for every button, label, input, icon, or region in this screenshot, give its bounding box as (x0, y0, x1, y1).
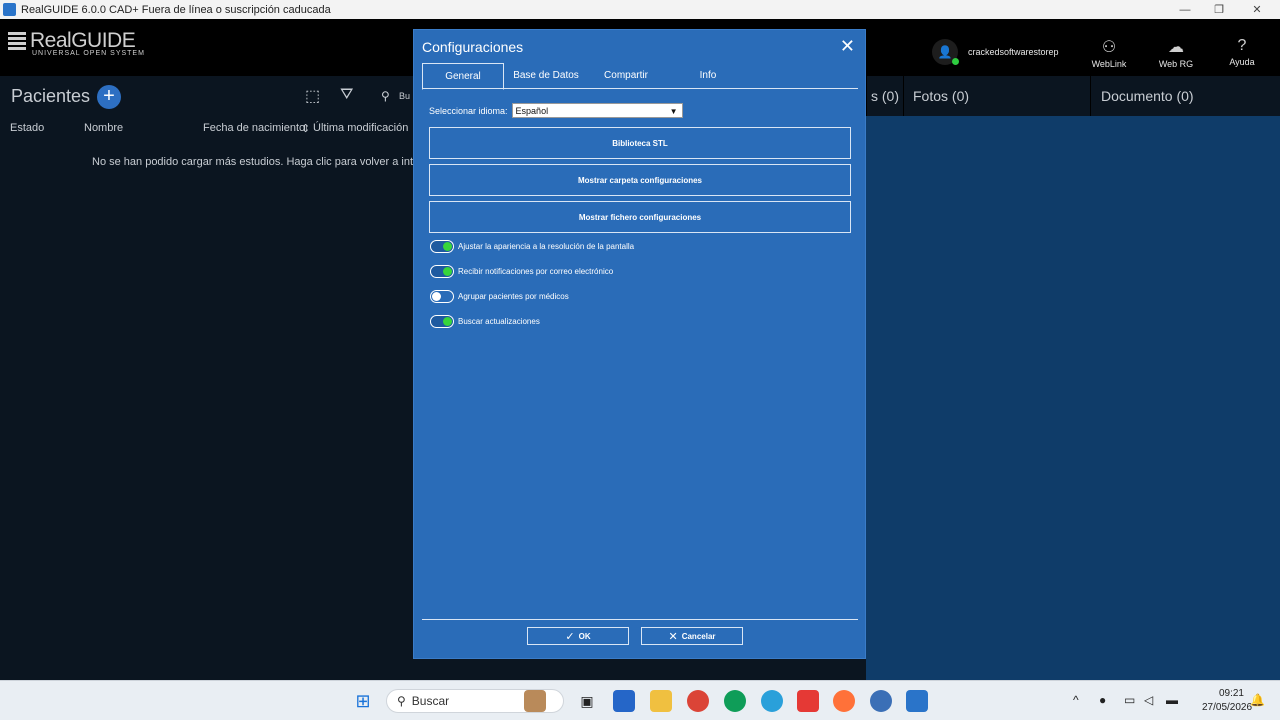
column-fecha-nacimiento[interactable]: Fecha de nacimiento (203, 122, 305, 134)
page-title: Pacientes (11, 86, 91, 106)
weblink-label: WebLink (1091, 59, 1127, 69)
window-titlebar: RealGUIDE 6.0.0 CAD+ Fuera de línea o su… (0, 0, 1280, 19)
weblink-button[interactable]: ⚇ WebLink (1079, 37, 1139, 69)
web-rg-button[interactable]: ☁ Web RG (1146, 37, 1206, 69)
task-view-icon[interactable]: ▣ (576, 690, 598, 712)
search-icon: ⚲ (381, 89, 390, 103)
dialog-title: Configuraciones (422, 39, 524, 55)
language-row: Seleccionar idioma: Español ▼ (429, 103, 683, 118)
language-value: Español (515, 106, 549, 116)
mega-icon[interactable] (797, 690, 819, 712)
window-title: RealGUIDE 6.0.0 CAD+ Fuera de línea o su… (21, 3, 331, 16)
web-rg-label: Web RG (1158, 59, 1194, 69)
clock-date: 27/05/2026 (1202, 702, 1253, 713)
option-adjust-resolution: Ajustar la apariencia a la resolución de… (430, 240, 634, 253)
option-label: Buscar actualizaciones (458, 317, 540, 326)
option-check-updates: Buscar actualizaciones (430, 315, 540, 328)
select-tool-icon[interactable]: ⬚ (305, 86, 320, 106)
logo-mark-icon (8, 32, 26, 50)
chrome-icon[interactable] (687, 690, 709, 712)
tab-compartir[interactable]: Compartir (588, 63, 664, 89)
weblink-icon: ⚇ (1101, 39, 1117, 56)
add-patient-button[interactable]: + (97, 85, 121, 109)
show-config-folder-button[interactable]: Mostrar carpeta configuraciones (429, 164, 851, 196)
sort-icon: ⇕ (301, 123, 311, 135)
chrome-profile-icon[interactable] (724, 690, 746, 712)
windows-start-icon[interactable]: ⊞ (352, 690, 374, 712)
dialog-tabs: General Base de Datos Compartir Info (422, 63, 858, 90)
close-icon[interactable]: ✕ (840, 36, 855, 57)
show-config-file-button[interactable]: Mostrar fichero configuraciones (429, 201, 851, 233)
telegram-icon[interactable] (761, 690, 783, 712)
empty-message[interactable]: No se han podido cargar más estudios. Ha… (92, 156, 425, 168)
dialog-divider (422, 619, 858, 620)
realguide-taskbar-icon[interactable] (906, 690, 928, 712)
cancel-button[interactable]: ✕ Cancelar (641, 627, 743, 645)
ok-label: OK (578, 631, 591, 641)
option-group-by-doctor: Agrupar pacientes por médicos (430, 290, 569, 303)
online-status-icon (952, 58, 959, 65)
toggle-email-notifications[interactable] (430, 265, 454, 278)
battery-icon[interactable]: ▬ (1166, 693, 1178, 707)
devices-icon[interactable]: ▭ (1124, 693, 1135, 707)
column-nombre[interactable]: Nombre (84, 122, 123, 134)
user-account[interactable]: 👤 crackedsoftwarestorep (932, 39, 1059, 65)
stl-library-button[interactable]: Biblioteca STL (429, 127, 851, 159)
toggle-adjust-resolution[interactable] (430, 240, 454, 253)
search-input[interactable]: Bu (399, 91, 410, 101)
cloud-icon: ☁ (1168, 39, 1184, 56)
tab-partial[interactable]: s (0) (866, 76, 900, 116)
maximize-button[interactable]: ❐ (1200, 0, 1238, 19)
help-label: Ayuda (1229, 57, 1255, 67)
settings-dialog: Configuraciones ✕ General Base de Datos … (413, 29, 866, 659)
realguide-logo: RealGUIDE UNIVERSAL OPEN SYSTEM (8, 29, 145, 57)
tab-base-de-datos[interactable]: Base de Datos (508, 63, 584, 89)
option-label: Ajustar la apariencia a la resolución de… (458, 242, 635, 251)
app-icon (3, 3, 16, 16)
language-select[interactable]: Español ▼ (511, 103, 683, 118)
search-icon: ⚲ (397, 694, 406, 708)
option-label: Agrupar pacientes por médicos (458, 292, 569, 301)
notification-bell-icon[interactable]: 🔔 (1250, 693, 1265, 707)
close-window-button[interactable]: ✕ (1238, 0, 1276, 19)
clock-time: 09:21 (1218, 688, 1244, 699)
tab-fotos[interactable]: Fotos (0) (903, 76, 1087, 116)
tab-general[interactable]: General (422, 63, 504, 90)
widgets-icon[interactable] (524, 690, 546, 712)
column-ultima-modificacion[interactable]: Última modificación (313, 122, 408, 134)
help-icon: ? (1237, 37, 1247, 54)
tab-documento[interactable]: Documento (0) (1090, 76, 1280, 116)
language-label: Seleccionar idioma: (429, 105, 508, 116)
toggle-group-by-doctor[interactable] (430, 290, 454, 303)
taskbar-search-label: Buscar (411, 694, 450, 708)
check-icon: ✓ (565, 630, 575, 643)
ok-button[interactable]: ✓ OK (527, 627, 629, 645)
store-icon[interactable] (613, 690, 635, 712)
taskbar: ⊞ ⚲ Buscar ▣ ^ ● ▭ ◁ ▬ 09:21 27/05/2026 … (0, 680, 1280, 720)
toggle-check-updates[interactable] (430, 315, 454, 328)
minimize-button[interactable]: — (1166, 0, 1204, 19)
firefox-icon[interactable] (833, 690, 855, 712)
system-clock[interactable]: 09:21 27/05/2026 (1202, 687, 1253, 715)
file-explorer-icon[interactable] (650, 690, 672, 712)
cancel-label: Cancelar (681, 631, 716, 641)
avatar: 👤 (932, 39, 959, 65)
filter-icon[interactable]: ⛛ (340, 86, 353, 104)
close-icon: ✕ (668, 630, 678, 643)
chevron-down-icon: ▼ (669, 107, 678, 116)
option-label: Recibir notificaciones por correo electr… (458, 267, 614, 276)
tab-info[interactable]: Info (670, 63, 746, 89)
right-panel-body (866, 116, 1280, 680)
volume-icon[interactable]: ◁ (1144, 693, 1153, 707)
help-button[interactable]: ? Ayuda (1212, 37, 1272, 67)
chevron-up-icon[interactable]: ^ (1073, 693, 1079, 707)
tray-app-icon[interactable]: ● (1099, 693, 1106, 707)
column-estado[interactable]: Estado (10, 122, 44, 134)
option-email-notifications: Recibir notificaciones por correo electr… (430, 265, 613, 278)
username: crackedsoftwarestorep (968, 47, 1059, 57)
logo-subtitle: UNIVERSAL OPEN SYSTEM (32, 50, 145, 57)
app-globe-icon[interactable] (870, 690, 892, 712)
